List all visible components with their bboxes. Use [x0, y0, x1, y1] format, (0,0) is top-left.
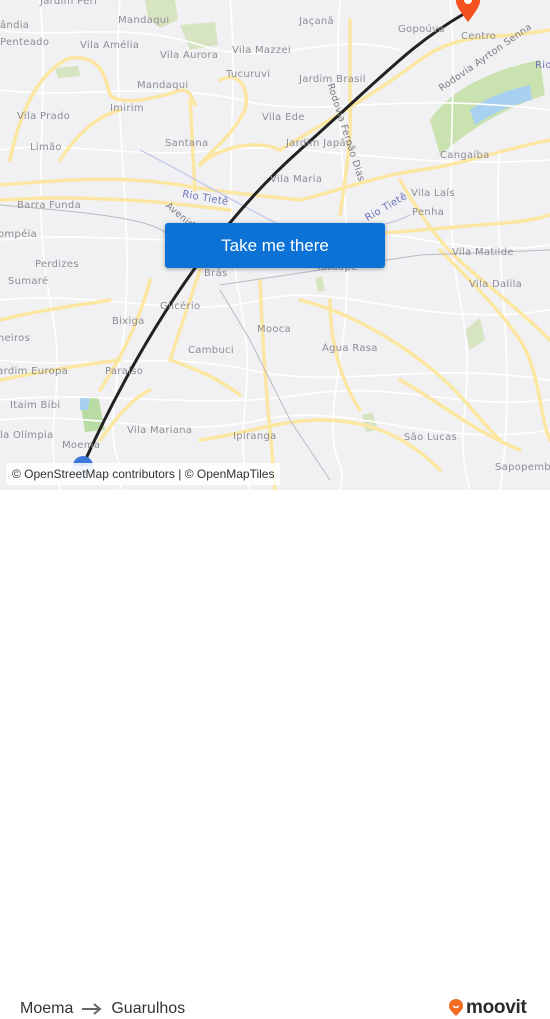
map-label: Vila Mariana — [127, 425, 193, 436]
map-label: Vila Olímpia — [0, 430, 54, 441]
destination-name: Guarulhos — [111, 1000, 186, 1017]
map-label: Mooca — [257, 324, 291, 335]
park-area — [315, 276, 325, 292]
park-area — [465, 318, 485, 350]
map-label: Bixiga — [112, 316, 145, 327]
moovit-pin-icon — [449, 999, 463, 1016]
attribution-text[interactable]: © OpenStreetMap contributors | © OpenMap… — [12, 467, 274, 481]
footer-bar: Moema Guarulhos moovit — [0, 490, 550, 1018]
map-label: Vila Mazzei — [232, 45, 291, 56]
map-label: Jardim Europa — [0, 366, 69, 377]
map-label: Perdizes — [35, 259, 79, 270]
map-label: Mandaqui — [137, 80, 189, 91]
map-label: ândia — [0, 20, 30, 31]
park-area — [55, 66, 80, 78]
map-label: Imirim — [110, 103, 144, 114]
map-label: Limão — [30, 142, 62, 153]
map-label: Tucuruvi — [226, 69, 271, 80]
map-label: Água Rasa — [322, 343, 378, 354]
map-label: Moema — [62, 440, 101, 451]
map-label: Cangaíba — [440, 150, 490, 161]
map-label: Penteado — [0, 37, 50, 48]
origin-name: Moema — [20, 1000, 74, 1017]
map-label: Gopoúva — [398, 24, 445, 35]
map-label: Jardim Peri — [40, 0, 98, 7]
map-label: Vila Matilde — [452, 247, 514, 258]
map-attribution[interactable]: © OpenStreetMap contributors | © OpenMap… — [6, 463, 281, 485]
moovit-logo[interactable]: moovit — [448, 997, 527, 1019]
map-label: Vila Prado — [17, 111, 71, 122]
take-me-there-button[interactable]: Take me there — [165, 223, 385, 268]
map-label: Glicério — [160, 301, 201, 312]
map-label: Sumaré — [8, 276, 49, 287]
map-label: Vila Laís — [411, 188, 455, 199]
map-label: Penha — [412, 207, 445, 218]
map-label: Vila Ede — [262, 112, 305, 123]
map-label: Santana — [165, 138, 209, 149]
park-area — [180, 22, 218, 50]
map-label: Paraíso — [105, 366, 144, 377]
map-label: Jaçanã — [299, 16, 334, 27]
map-label: Vila Maria — [270, 174, 323, 185]
map-label: Itaim Bibi — [10, 400, 61, 411]
map-view[interactable]: Jardim Peri ândia Penteado Mandaqui Vila… — [0, 0, 550, 490]
map-label: Vila Aurora — [160, 50, 219, 61]
map-label: Sapopemba — [495, 462, 550, 473]
map-label: Barra Funda — [17, 200, 81, 211]
map-label: Brás — [204, 268, 228, 279]
map-label: Vila Amélia — [80, 40, 140, 51]
map-label: Pompéia — [0, 229, 38, 240]
river-label: Rio — [535, 60, 550, 71]
route-summary: Moema Guarulhos — [20, 1000, 185, 1018]
map-label: Pinheiros — [0, 333, 31, 344]
arrow-right-icon — [82, 1003, 102, 1015]
map-label: Cambuci — [188, 345, 234, 356]
map-label: Centro — [461, 31, 497, 42]
map-label: Ipiranga — [233, 431, 277, 442]
destination-pin-icon[interactable] — [455, 0, 481, 24]
brand-name: moovit — [466, 997, 527, 1018]
map-label: Vila Dalila — [469, 279, 523, 290]
map-label: São Lucas — [404, 432, 458, 443]
map-label: Mandaqui — [118, 15, 170, 26]
